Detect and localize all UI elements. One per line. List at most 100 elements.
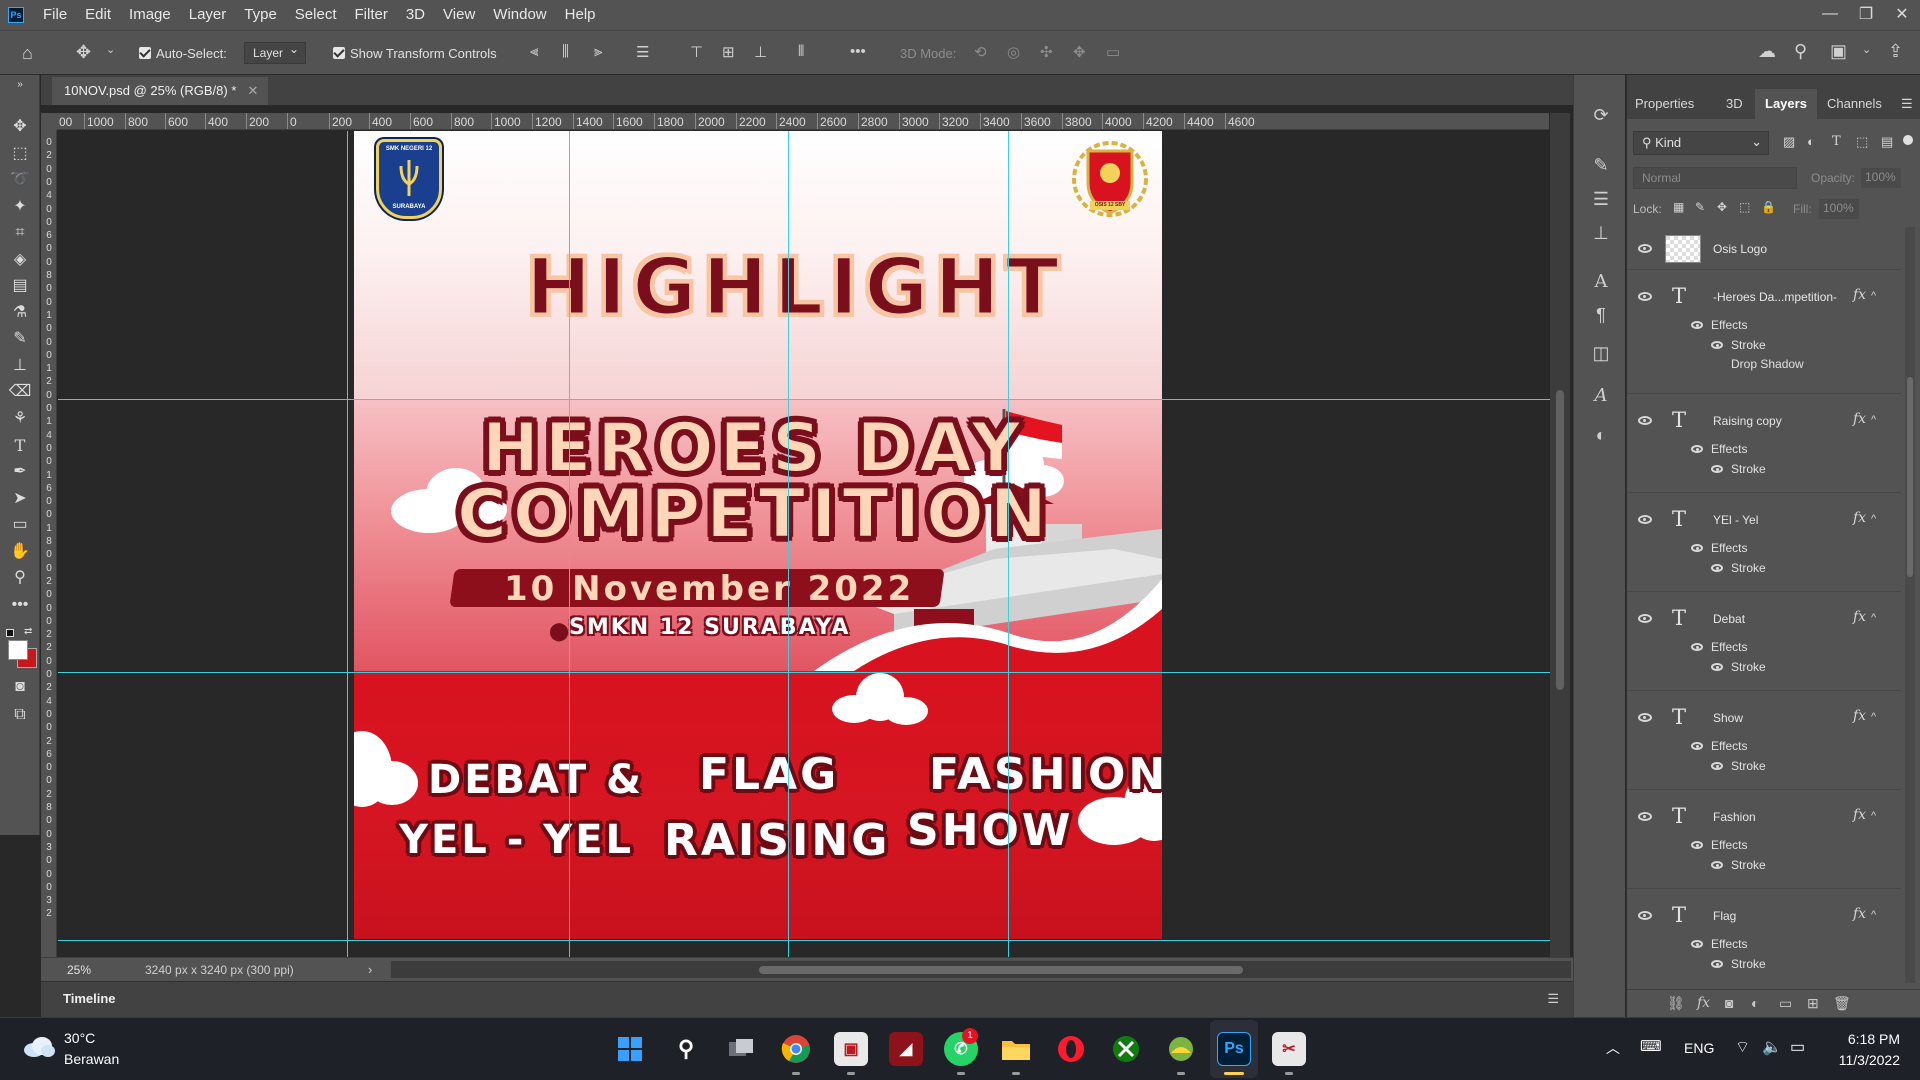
snipping-tool-icon[interactable]: ✂ [1272,1032,1306,1066]
minimize-button[interactable]: — [1812,0,1848,28]
guide-vertical[interactable] [569,131,570,957]
zoom-tool-icon[interactable]: ⚲ [8,566,32,590]
guide-horizontal[interactable] [58,940,1550,941]
align-bottom-icon[interactable]: ⊥ [754,43,767,61]
vertical-scrollbar-thumb[interactable] [1556,390,1564,690]
panel-menu-icon[interactable]: ☰ [1901,89,1913,119]
paragraph-icon[interactable]: ¶ [1589,305,1613,326]
link-layers-icon[interactable]: ⛓ [1667,995,1685,1012]
layer-row[interactable]: T Fashion fx ^ Effects Stroke [1627,790,1901,889]
visibility-eye-icon[interactable] [1638,911,1652,920]
guide-horizontal[interactable] [58,399,1550,400]
layer-row[interactable]: T YEl - Yel fx ^ Effects Stroke [1627,493,1901,592]
move-tool-icon[interactable]: ✥ [8,115,32,139]
auto-select-target-dropdown[interactable]: Layer [244,31,307,75]
new-layer-icon[interactable]: ⊞ [1807,995,1819,1012]
layer-row[interactable]: T -Heroes Da...mpetition- fx ^ Effects S… [1627,270,1901,394]
menu-edit[interactable]: Edit [76,0,120,30]
blend-mode-dropdown[interactable]: Normal [1633,167,1797,189]
filter-shape-icon[interactable]: ⬚ [1856,134,1868,150]
keyboard-icon[interactable]: ⌨ [1640,1037,1662,1055]
menu-file[interactable]: File [34,0,76,30]
align-top-icon[interactable]: ⊤ [690,43,703,61]
menu-filter[interactable]: Filter [346,0,397,30]
xbox-icon[interactable] [1109,1032,1143,1066]
effect-eye-icon[interactable] [1711,564,1723,572]
cloud-weather-icon[interactable] [22,1036,56,1058]
menu-layer[interactable]: Layer [180,0,236,30]
close-button[interactable]: ✕ [1884,0,1920,28]
visibility-eye-icon[interactable] [1638,292,1652,301]
lock-all-icon[interactable]: 🔒 [1761,200,1776,214]
filter-type-icon[interactable]: T [1832,134,1841,149]
battery-icon[interactable]: ▭ [1790,1037,1805,1057]
effects-eye-icon[interactable] [1691,445,1703,453]
align-right-icon[interactable]: ⫸ [594,43,602,60]
home-icon[interactable]: ⌂ [22,43,33,64]
menu-select[interactable]: Select [286,0,346,30]
effects-eye-icon[interactable] [1691,544,1703,552]
filter-smart-object-icon[interactable]: ▤ [1881,134,1893,150]
collapse-effects-icon[interactable]: ^ [1871,414,1876,426]
quick-mask-icon[interactable]: ◙ [8,675,32,699]
collapse-effects-icon[interactable]: ^ [1871,909,1876,921]
character-icon[interactable]: A [1589,271,1613,292]
close-tab-icon[interactable]: ✕ [248,77,259,105]
share-cloud-icon[interactable]: ☁ [1758,41,1776,62]
crop-tool-icon[interactable]: ⌗ [8,221,32,245]
show-transform-controls-checkbox[interactable]: Show Transform Controls [333,31,497,75]
search-icon[interactable]: ⚲ [669,1032,703,1066]
workspace-chevron-icon[interactable]: ⌄ [1862,43,1871,56]
fx-icon[interactable]: fx [1853,708,1866,724]
tab-3d[interactable]: 3D [1726,89,1743,119]
show-hidden-icons-chevron-icon[interactable]: ︿ [1606,1038,1620,1058]
new-group-icon[interactable]: ▭ [1779,995,1792,1012]
document-tab[interactable]: 10NOV.psd @ 25% (RGB/8) * ✕ [52,77,269,105]
layer-row[interactable]: T Show fx ^ Effects Stroke [1627,691,1901,790]
horizontal-scrollbar-thumb[interactable] [759,966,1243,974]
fill-input[interactable]: 100% [1819,199,1859,219]
layer-row[interactable]: T Raising copy fx ^ Effects Stroke [1627,394,1901,493]
menu-help[interactable]: Help [556,0,605,30]
clock-date[interactable]: 11/3/2022 [1839,1052,1900,1068]
effect-eye-icon[interactable] [1711,762,1723,770]
visibility-eye-icon[interactable] [1638,614,1652,623]
fx-icon[interactable]: fx [1853,906,1866,922]
tool-preset-chevron-icon[interactable]: ⌄ [106,43,115,56]
tab-layers[interactable]: Layers [1755,89,1817,119]
media-app-icon[interactable]: ▣ [834,1032,868,1066]
menu-image[interactable]: Image [120,0,180,30]
lock-position-icon[interactable]: ✥ [1717,200,1727,214]
task-view-icon[interactable] [724,1032,758,1066]
menu-type[interactable]: Type [235,0,286,30]
clock-time[interactable]: 6:18 PM [1848,1031,1900,1047]
type-tool-icon[interactable]: T [8,434,32,458]
shapes-icon[interactable]: ◐ [1589,425,1613,446]
layers-scrollbar[interactable] [1905,227,1915,983]
delete-layer-icon[interactable]: 🗑 [1833,995,1851,1012]
filter-toggle-icon[interactable] [1903,135,1913,145]
eraser-tool-icon[interactable]: ⌫ [8,380,32,404]
auto-select-checkbox[interactable]: Auto-Select: [139,31,227,75]
guide-vertical[interactable] [347,131,348,957]
path-selection-tool-icon[interactable]: ➤ [8,487,32,511]
gradient-tool-icon[interactable]: ▤ [8,274,32,298]
adjustments-icon[interactable]: ☰ [1589,189,1613,210]
zoom-level[interactable]: 25% [67,963,91,977]
tab-channels[interactable]: Channels [1827,89,1882,119]
poster-canvas[interactable]: SMK NEGERI 12 SURABAYA OSIS 12 SBY HIGHL… [354,131,1162,939]
effect-eye-icon[interactable] [1711,465,1723,473]
visibility-eye-icon[interactable] [1638,812,1652,821]
hand-tool-icon[interactable]: ✋ [8,540,32,564]
fx-icon[interactable]: fx [1853,287,1866,303]
volume-icon[interactable]: 🔈 [1762,1037,1782,1057]
weather-description[interactable]: Berawan [64,1051,119,1067]
align-middle-vertical-icon[interactable]: ⊞ [722,43,735,61]
timeline-tab[interactable]: Timeline [63,991,116,1006]
status-expand-icon[interactable]: › [368,962,372,977]
move-tool-icon[interactable]: ✥ [76,42,91,63]
align-left-icon[interactable]: ⫷ [530,43,538,60]
ruler-corner[interactable] [41,113,57,130]
horizontal-ruler[interactable]: 00 1000 800 600 400 200 0 200 400 600 80… [57,113,1549,130]
opacity-input[interactable]: 100% [1861,168,1901,188]
